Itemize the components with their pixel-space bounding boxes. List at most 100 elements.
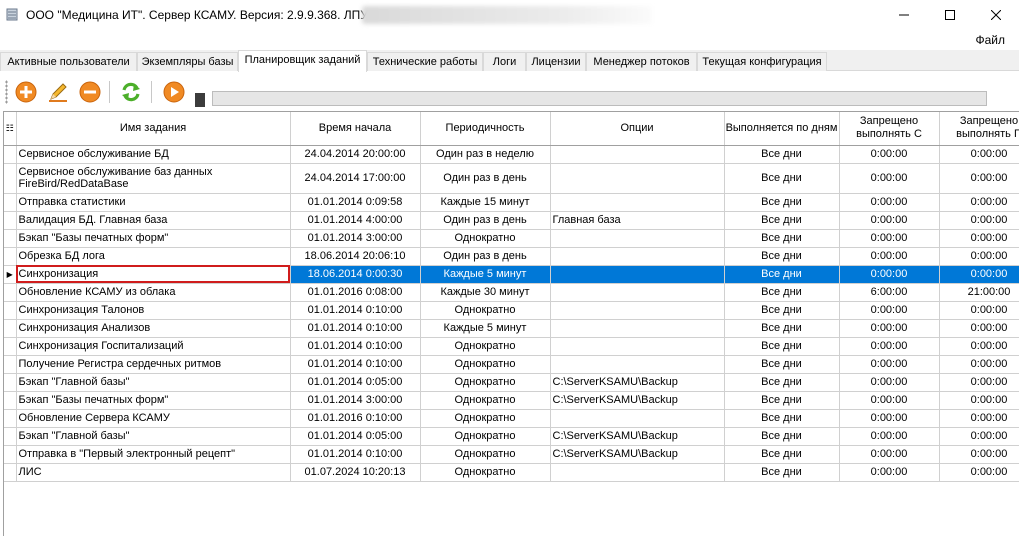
cell-start[interactable]: 01.01.2014 0:05:00 — [290, 427, 421, 446]
cell-forbid-to[interactable]: 0:00:00 — [939, 463, 1019, 482]
table-row[interactable]: Бэкап "Базы печатных форм" 01.01.2014 3:0… — [4, 229, 1019, 248]
cell-days[interactable]: Все дни — [724, 247, 840, 266]
col-header-name[interactable]: Имя задания — [16, 112, 291, 146]
cell-name[interactable]: Бэкап "Главной базы" — [16, 373, 291, 392]
cell-days[interactable]: Все дни — [724, 409, 840, 428]
table-row[interactable]: Синхронизация Госпитализаций 01.01.2014 0… — [4, 337, 1019, 356]
cell-start[interactable]: 01.01.2014 0:10:00 — [290, 445, 421, 464]
cell-forbid-to[interactable]: 0:00:00 — [939, 373, 1019, 392]
cell-forbid-from[interactable]: 0:00:00 — [839, 391, 940, 410]
cell-days[interactable]: Все дни — [724, 301, 840, 320]
table-row[interactable]: Отправка в "Первый электронный рецепт" 01… — [4, 445, 1019, 464]
table-row[interactable]: ▶ Синхронизация 18.06.2014 0:00:30 Каждые 5… — [4, 265, 1019, 284]
table-row[interactable]: Бэкап "Базы печатных форм" 01.01.2014 3:0… — [4, 391, 1019, 410]
cell-forbid-to[interactable]: 0:00:00 — [939, 427, 1019, 446]
cell-period[interactable]: Однократно — [420, 301, 551, 320]
row-indicator[interactable] — [4, 301, 17, 320]
cell-forbid-from[interactable]: 0:00:00 — [839, 463, 940, 482]
cell-period[interactable]: Каждые 15 минут — [420, 193, 551, 212]
cell-days[interactable]: Все дни — [724, 265, 840, 284]
cell-name[interactable]: Бэкап "Базы печатных форм" — [16, 391, 291, 410]
table-row[interactable]: Отправка статистики 01.01.2014 0:09:58 Каж… — [4, 193, 1019, 212]
tab-db-instances[interactable]: Экземпляры базы — [137, 52, 238, 71]
cell-start[interactable]: 01.01.2014 0:10:00 — [290, 319, 421, 338]
cell-days[interactable]: Все дни — [724, 373, 840, 392]
col-header-forbid-from[interactable]: Запрещено выполнять С — [839, 112, 940, 146]
cell-forbid-from[interactable]: 0:00:00 — [839, 229, 940, 248]
tab-licenses[interactable]: Лицензии — [526, 52, 586, 71]
cell-period[interactable]: Один раз в день — [420, 163, 551, 194]
cell-start[interactable]: 01.01.2014 3:00:00 — [290, 391, 421, 410]
cell-days[interactable]: Все дни — [724, 163, 840, 194]
row-indicator[interactable] — [4, 463, 17, 482]
table-row[interactable]: Валидация БД. Главная база 01.01.2014 4:0… — [4, 211, 1019, 230]
cell-options[interactable] — [550, 163, 725, 194]
cell-start[interactable]: 01.01.2014 0:10:00 — [290, 337, 421, 356]
cell-forbid-from[interactable]: 0:00:00 — [839, 373, 940, 392]
run-task-button[interactable] — [162, 80, 186, 104]
cell-period[interactable]: Однократно — [420, 229, 551, 248]
row-indicator[interactable] — [4, 409, 17, 428]
cell-days[interactable]: Все дни — [724, 229, 840, 248]
table-row[interactable]: Синхронизация Анализов 01.01.2014 0:10:00… — [4, 319, 1019, 338]
tab-maintenance[interactable]: Технические работы — [367, 52, 483, 71]
cell-forbid-to[interactable]: 0:00:00 — [939, 409, 1019, 428]
col-header-forbid-to[interactable]: Запрещено выполнять П — [939, 112, 1019, 146]
tab-task-scheduler[interactable]: Планировщик заданий — [238, 50, 367, 72]
table-row[interactable]: Получение Регистра сердечных ритмов 01.01… — [4, 355, 1019, 374]
cell-start[interactable]: 18.06.2014 0:00:30 — [290, 265, 421, 284]
minimize-button[interactable] — [881, 0, 927, 30]
row-indicator[interactable] — [4, 247, 17, 266]
cell-options[interactable] — [550, 145, 725, 164]
add-task-button[interactable] — [14, 80, 38, 104]
cell-start[interactable]: 01.01.2014 0:10:00 — [290, 301, 421, 320]
cell-forbid-from[interactable]: 0:00:00 — [839, 163, 940, 194]
close-button[interactable] — [973, 0, 1019, 30]
cell-start[interactable]: 01.01.2016 0:08:00 — [290, 283, 421, 302]
cell-name[interactable]: Отправка статистики — [16, 193, 291, 212]
row-indicator[interactable] — [4, 319, 17, 338]
row-indicator[interactable] — [4, 337, 17, 356]
col-header-days[interactable]: Выполняется по дням — [724, 112, 840, 146]
cell-days[interactable]: Все дни — [724, 145, 840, 164]
cell-period[interactable]: Один раз в неделю — [420, 145, 551, 164]
cell-forbid-from[interactable]: 0:00:00 — [839, 265, 940, 284]
cell-days[interactable]: Все дни — [724, 355, 840, 374]
cell-forbid-to[interactable]: 0:00:00 — [939, 229, 1019, 248]
cell-start[interactable]: 01.01.2014 0:09:58 — [290, 193, 421, 212]
cell-forbid-to[interactable]: 0:00:00 — [939, 445, 1019, 464]
cell-forbid-from[interactable]: 0:00:00 — [839, 247, 940, 266]
toolbar-overflow-button[interactable] — [195, 93, 205, 107]
row-indicator[interactable] — [4, 145, 17, 164]
cell-name[interactable]: Валидация БД. Главная база — [16, 211, 291, 230]
cell-forbid-from[interactable]: 0:00:00 — [839, 319, 940, 338]
cell-name[interactable]: Синхронизация Анализов — [16, 319, 291, 338]
cell-options[interactable] — [550, 265, 725, 284]
cell-forbid-to[interactable]: 0:00:00 — [939, 193, 1019, 212]
cell-name[interactable]: Сервисное обслуживание БД — [16, 145, 291, 164]
cell-name[interactable]: Бэкап "Базы печатных форм" — [16, 229, 291, 248]
cell-start[interactable]: 01.01.2014 0:05:00 — [290, 373, 421, 392]
cell-start[interactable]: 24.04.2014 17:00:00 — [290, 163, 421, 194]
toolbar-grip[interactable] — [5, 80, 8, 104]
cell-forbid-from[interactable]: 0:00:00 — [839, 193, 940, 212]
cell-name[interactable]: Синхронизация Талонов — [16, 301, 291, 320]
cell-period[interactable]: Однократно — [420, 445, 551, 464]
table-row[interactable]: Бэкап "Главной базы" 01.01.2014 0:05:00 Од… — [4, 427, 1019, 446]
refresh-button[interactable] — [119, 80, 143, 104]
cell-forbid-to[interactable]: 21:00:00 — [939, 283, 1019, 302]
row-indicator[interactable] — [4, 427, 17, 446]
cell-days[interactable]: Все дни — [724, 283, 840, 302]
cell-name[interactable]: Обновление Сервера КСАМУ — [16, 409, 291, 428]
cell-name[interactable]: Отправка в "Первый электронный рецепт" — [16, 445, 291, 464]
cell-options[interactable]: Главная база — [550, 211, 725, 230]
cell-options[interactable] — [550, 319, 725, 338]
row-indicator[interactable] — [4, 283, 17, 302]
menu-file[interactable]: Файл — [975, 33, 1005, 47]
cell-period[interactable]: Однократно — [420, 373, 551, 392]
cell-days[interactable]: Все дни — [724, 319, 840, 338]
table-row[interactable]: Сервисное обслуживание БД 24.04.2014 20:0… — [4, 145, 1019, 164]
row-indicator[interactable]: ▶ — [4, 265, 17, 284]
cell-period[interactable]: Однократно — [420, 337, 551, 356]
cell-name[interactable]: Бэкап "Главной базы" — [16, 427, 291, 446]
